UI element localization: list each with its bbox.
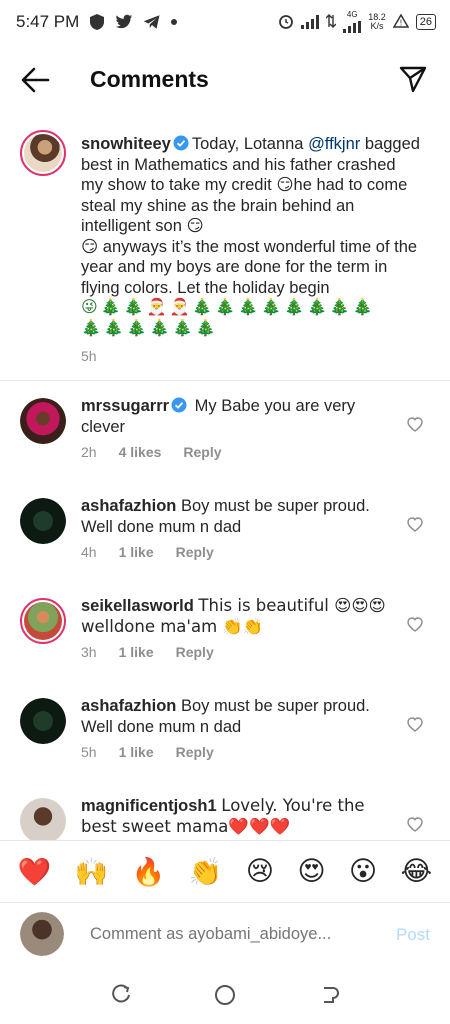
comment-item: ashafazhion Boy must be super proud. Wel… <box>0 490 450 585</box>
comment-timestamp: 3h <box>81 644 97 660</box>
comment-item: ashafazhion Boy must be super proud. Wel… <box>0 690 450 785</box>
avatar[interactable] <box>20 498 66 544</box>
svg-text:!: ! <box>399 18 402 27</box>
network-type: 4G <box>343 11 362 33</box>
likes-count[interactable]: 1 like <box>119 544 154 560</box>
verified-badge-icon <box>171 397 187 413</box>
likes-count[interactable]: 1 like <box>119 744 154 760</box>
emoji-heart-eyes[interactable]: 😍 <box>297 856 325 887</box>
current-user-avatar <box>20 912 64 956</box>
dot-icon <box>171 19 178 25</box>
shield-icon <box>89 13 105 31</box>
comment-text: mrssugarrr My Babe you are very clever <box>81 397 356 436</box>
comment-timestamp: 2h <box>81 444 97 460</box>
home-icon[interactable] <box>213 983 237 1007</box>
emoji-clap[interactable]: 👏 <box>189 856 223 888</box>
avatar[interactable] <box>20 398 66 444</box>
comment-text: magnificentjosh1 Lovely. You're the best… <box>81 796 365 836</box>
arrow-left-icon <box>21 67 50 93</box>
avatar[interactable] <box>20 798 66 840</box>
comment-input[interactable] <box>90 925 360 944</box>
comment-timestamp: 5h <box>81 744 97 760</box>
page-title: Comments <box>90 66 209 92</box>
comment-username[interactable]: seikellasworld <box>81 597 194 615</box>
comment-meta: 5h 1 like Reply <box>81 744 214 760</box>
header: Comments <box>0 44 450 116</box>
heart-outline-icon[interactable] <box>407 617 423 632</box>
network-speed: 18.2 K/s <box>368 12 386 31</box>
avatar[interactable] <box>20 698 66 744</box>
heart-outline-icon[interactable] <box>407 717 423 732</box>
comment-item: magnificentjosh1 Lovely. You're the best… <box>0 790 450 840</box>
caption-username[interactable]: snowhiteey <box>81 135 171 153</box>
comment-text: ashafazhion Boy must be super proud. Wel… <box>81 497 370 536</box>
share-button[interactable] <box>398 64 428 94</box>
recent-apps-icon[interactable] <box>110 984 132 1006</box>
caption-text: snowhiteey Today, Lotanna @ffkjnr bagged … <box>81 135 420 297</box>
back-button[interactable] <box>20 66 52 94</box>
emoji-crying[interactable]: 😢 <box>246 856 274 887</box>
reply-button[interactable]: Reply <box>176 744 214 760</box>
warning-icon: ! <box>392 13 410 31</box>
paper-plane-icon <box>399 66 427 93</box>
system-nav-bar <box>0 966 450 1024</box>
mention-link[interactable]: @ffkjnr <box>308 135 360 153</box>
signal-icon-2 <box>343 19 362 33</box>
comment-meta: 3h 1 like Reply <box>81 644 214 660</box>
reply-button[interactable]: Reply <box>176 644 214 660</box>
battery-icon: 26 <box>415 14 436 30</box>
comment-username[interactable]: ashafazhion <box>81 697 176 715</box>
reply-button[interactable]: Reply <box>176 544 214 560</box>
status-time: 5:47 PM <box>16 12 80 31</box>
telegram-icon <box>143 14 161 30</box>
post-caption: snowhiteey Today, Lotanna @ffkjnr bagged … <box>0 126 450 381</box>
comment-text: seikellasworld This is beautiful 😍😍😍 wel… <box>81 596 386 636</box>
emoji-quick-bar: ❤️ 🙌 🔥 👏 😢 😍 😮 😂 <box>0 840 450 902</box>
caption-timestamp: 5h <box>81 348 97 364</box>
alarm-icon <box>278 13 294 32</box>
data-arrows-icon <box>325 13 337 31</box>
status-bar: 5:47 PM 4G 18.2 K/s ! 26 <box>0 0 450 44</box>
comment-meta: 2h 4 likes Reply <box>81 444 222 460</box>
comment-username[interactable]: ashafazhion <box>81 497 176 515</box>
post-button[interactable]: Post <box>396 925 430 945</box>
comment-composer: Post <box>0 902 450 966</box>
likes-count[interactable]: 4 likes <box>119 444 162 460</box>
comment-username[interactable]: magnificentjosh1 <box>81 797 217 815</box>
comment-timestamp: 4h <box>81 544 97 560</box>
avatar[interactable] <box>20 598 66 644</box>
comment-meta: 4h 1 like Reply <box>81 544 214 560</box>
emoji-laughing[interactable]: 😂 <box>401 856 433 887</box>
heart-outline-icon[interactable] <box>407 417 423 432</box>
emoji-raising-hands[interactable]: 🙌 <box>75 856 109 888</box>
caption-emojis: 😜🎄🎄🎅🎅🎄🎄🎄🎄🎄🎄🎄🎄 🎄🎄🎄🎄🎄🎄 <box>81 297 376 337</box>
comment-item: seikellasworld This is beautiful 😍😍😍 wel… <box>0 590 450 685</box>
comment-text: ashafazhion Boy must be super proud. Wel… <box>81 697 370 736</box>
emoji-surprised[interactable]: 😮 <box>349 856 377 887</box>
emoji-heart[interactable]: ❤️ <box>18 856 52 888</box>
back-nav-icon[interactable] <box>318 984 340 1006</box>
likes-count[interactable]: 1 like <box>119 644 154 660</box>
reply-button[interactable]: Reply <box>183 444 221 460</box>
comment-username[interactable]: mrssugarrr <box>81 397 169 415</box>
emoji-fire[interactable]: 🔥 <box>132 856 166 888</box>
twitter-icon <box>115 14 133 30</box>
verified-badge-icon <box>173 135 189 151</box>
avatar[interactable] <box>20 130 66 176</box>
heart-outline-icon[interactable] <box>407 817 423 832</box>
heart-outline-icon[interactable] <box>407 517 423 532</box>
comment-item: mrssugarrr My Babe you are very clever 2… <box>0 390 450 485</box>
signal-icon <box>301 15 320 29</box>
